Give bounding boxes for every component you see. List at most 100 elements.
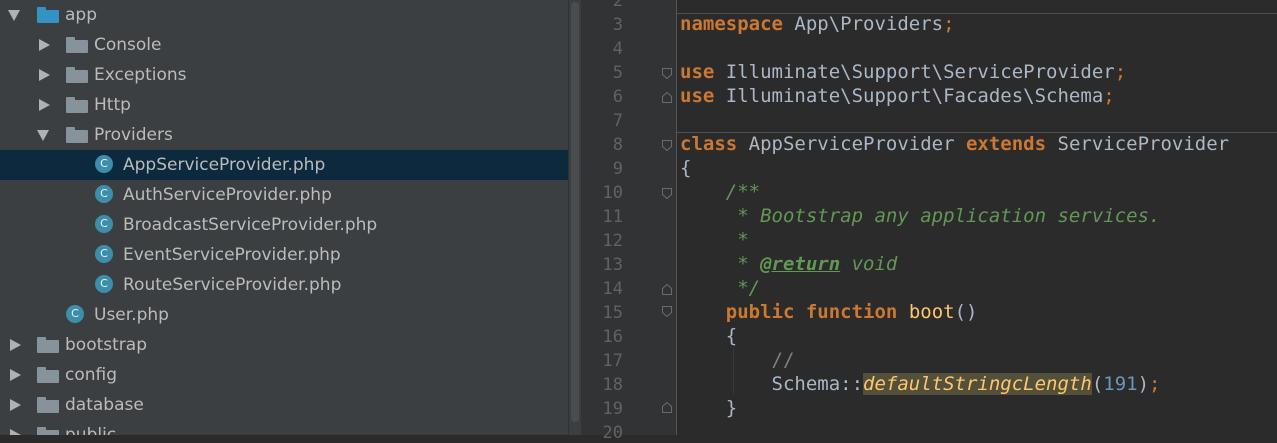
line-number: 19 xyxy=(602,399,623,419)
folder-icon xyxy=(37,7,59,23)
editor-gutter: 2 3 4 5 6 7 8 9 10 11 12 13 14 15 16 17 … xyxy=(581,0,677,443)
tree-item-label: AuthServiceProvider.php xyxy=(123,185,332,205)
chevron-down-icon[interactable] xyxy=(37,130,49,141)
php-class-icon: C xyxy=(95,275,113,293)
line-number: 16 xyxy=(602,327,623,347)
chevron-right-icon[interactable] xyxy=(10,429,21,435)
line-number: 4 xyxy=(612,39,623,59)
tree-item-label: Exceptions xyxy=(94,65,187,85)
line-number: 13 xyxy=(602,255,623,275)
code-line-16: { xyxy=(725,325,738,347)
tree-item-exceptions[interactable]: Exceptions xyxy=(0,60,568,90)
code-line-12: * xyxy=(725,229,749,251)
fold-start-icon[interactable] xyxy=(662,188,672,199)
tree-item-label: Providers xyxy=(94,125,173,145)
tree-item-label: Console xyxy=(94,35,162,55)
scrollbar-thumb[interactable] xyxy=(571,2,579,422)
tree-item-label: User.php xyxy=(94,305,169,325)
tree-item-config[interactable]: config xyxy=(0,360,568,390)
code-line-10: /** xyxy=(725,181,761,203)
code-line-6: use Illuminate\Support\Facades\Schema; xyxy=(680,85,1115,107)
tree-item-label: RouteServiceProvider.php xyxy=(123,275,342,295)
folder-icon xyxy=(37,427,59,435)
line-number: 15 xyxy=(602,303,623,323)
line-number: 2 xyxy=(612,0,623,11)
fold-end-icon[interactable] xyxy=(662,284,672,295)
php-class-icon: C xyxy=(95,245,113,263)
php-class-icon: C xyxy=(95,185,113,203)
code-line-9: { xyxy=(680,157,692,179)
line-number: 14 xyxy=(602,279,623,299)
php-class-icon: C xyxy=(95,215,113,233)
tree-scrollbar[interactable] xyxy=(568,0,581,435)
chevron-down-icon[interactable] xyxy=(8,10,20,21)
code-editor[interactable]: namespace App\Providers; use Illuminate\… xyxy=(677,0,1277,435)
line-number: 12 xyxy=(602,231,623,251)
chevron-right-icon[interactable] xyxy=(39,99,50,111)
line-number: 9 xyxy=(612,159,623,179)
php-class-icon: C xyxy=(66,305,84,323)
tree-item-appserviceprovider[interactable]: C AppServiceProvider.php xyxy=(0,150,568,180)
line-number: 10 xyxy=(602,183,623,203)
line-number: 3 xyxy=(612,15,623,35)
folder-icon xyxy=(37,397,59,413)
tree-item-console[interactable]: Console xyxy=(0,30,568,60)
tree-item-label: config xyxy=(65,365,118,385)
line-number: 17 xyxy=(602,351,623,371)
tree-item-eventserviceprovider[interactable]: C EventServiceProvider.php xyxy=(0,240,568,270)
folder-icon xyxy=(66,67,88,83)
tree-item-routeserviceprovider[interactable]: C RouteServiceProvider.php xyxy=(0,270,568,300)
fold-start-icon[interactable] xyxy=(662,140,672,151)
fold-start-icon[interactable] xyxy=(662,306,672,317)
chevron-right-icon[interactable] xyxy=(10,339,21,351)
folder-icon xyxy=(66,127,88,143)
code-line-17: // xyxy=(771,349,795,371)
folder-icon xyxy=(66,37,88,53)
line-number: 7 xyxy=(612,111,623,131)
code-line-15: public function boot() xyxy=(725,301,978,323)
line-number: 8 xyxy=(612,135,623,155)
tree-item-database[interactable]: database xyxy=(0,390,568,420)
project-tree-panel: app Console Exceptions Http Providers C … xyxy=(0,0,568,435)
tree-item-http[interactable]: Http xyxy=(0,90,568,120)
code-line-8: class AppServiceProvider extends Service… xyxy=(680,133,1230,155)
folder-icon xyxy=(66,97,88,113)
tree-item-label: EventServiceProvider.php xyxy=(123,245,341,265)
fold-start-icon[interactable] xyxy=(662,68,672,79)
tree-item-label: database xyxy=(65,395,144,415)
tree-item-label: BroadcastServiceProvider.php xyxy=(123,215,378,235)
chevron-right-icon[interactable] xyxy=(39,69,50,81)
tree-item-label: Http xyxy=(94,95,131,115)
chevron-right-icon[interactable] xyxy=(39,39,50,51)
tree-item-label: bootstrap xyxy=(65,335,147,355)
php-class-icon: C xyxy=(95,155,113,173)
fold-end-icon[interactable] xyxy=(662,92,672,103)
code-line-19: } xyxy=(725,397,738,419)
tree-item-label: AppServiceProvider.php xyxy=(123,155,326,175)
line-number: 11 xyxy=(602,207,623,227)
code-line-18: Schema::defaultStringcLength(191); xyxy=(771,373,1161,395)
tree-item-authserviceprovider[interactable]: C AuthServiceProvider.php xyxy=(0,180,568,210)
line-number: 5 xyxy=(612,63,623,83)
code-line-5: use Illuminate\Support\ServiceProvider; xyxy=(680,61,1127,83)
folder-icon xyxy=(37,337,59,353)
chevron-right-icon[interactable] xyxy=(10,369,21,381)
tree-item-providers[interactable]: Providers xyxy=(0,120,568,150)
code-line-14: */ xyxy=(725,277,761,299)
tree-item-public[interactable]: public xyxy=(0,420,568,435)
tree-item-app[interactable]: app xyxy=(0,0,568,30)
tree-item-bootstrap[interactable]: bootstrap xyxy=(0,330,568,360)
tree-item-user[interactable]: C User.php xyxy=(0,300,568,330)
code-line-3: namespace App\Providers; xyxy=(680,13,955,35)
code-line-13: * @return void xyxy=(725,253,898,275)
line-number: 18 xyxy=(602,375,623,395)
tree-item-label: public xyxy=(65,425,117,435)
fold-end-icon[interactable] xyxy=(662,402,672,413)
line-number: 20 xyxy=(602,423,623,443)
chevron-right-icon[interactable] xyxy=(10,399,21,411)
folder-icon xyxy=(37,367,59,383)
code-line-11: * Bootstrap any application services. xyxy=(725,205,1161,227)
line-number: 6 xyxy=(612,87,623,107)
tree-item-label: app xyxy=(65,5,97,25)
tree-item-broadcastserviceprovider[interactable]: C BroadcastServiceProvider.php xyxy=(0,210,568,240)
